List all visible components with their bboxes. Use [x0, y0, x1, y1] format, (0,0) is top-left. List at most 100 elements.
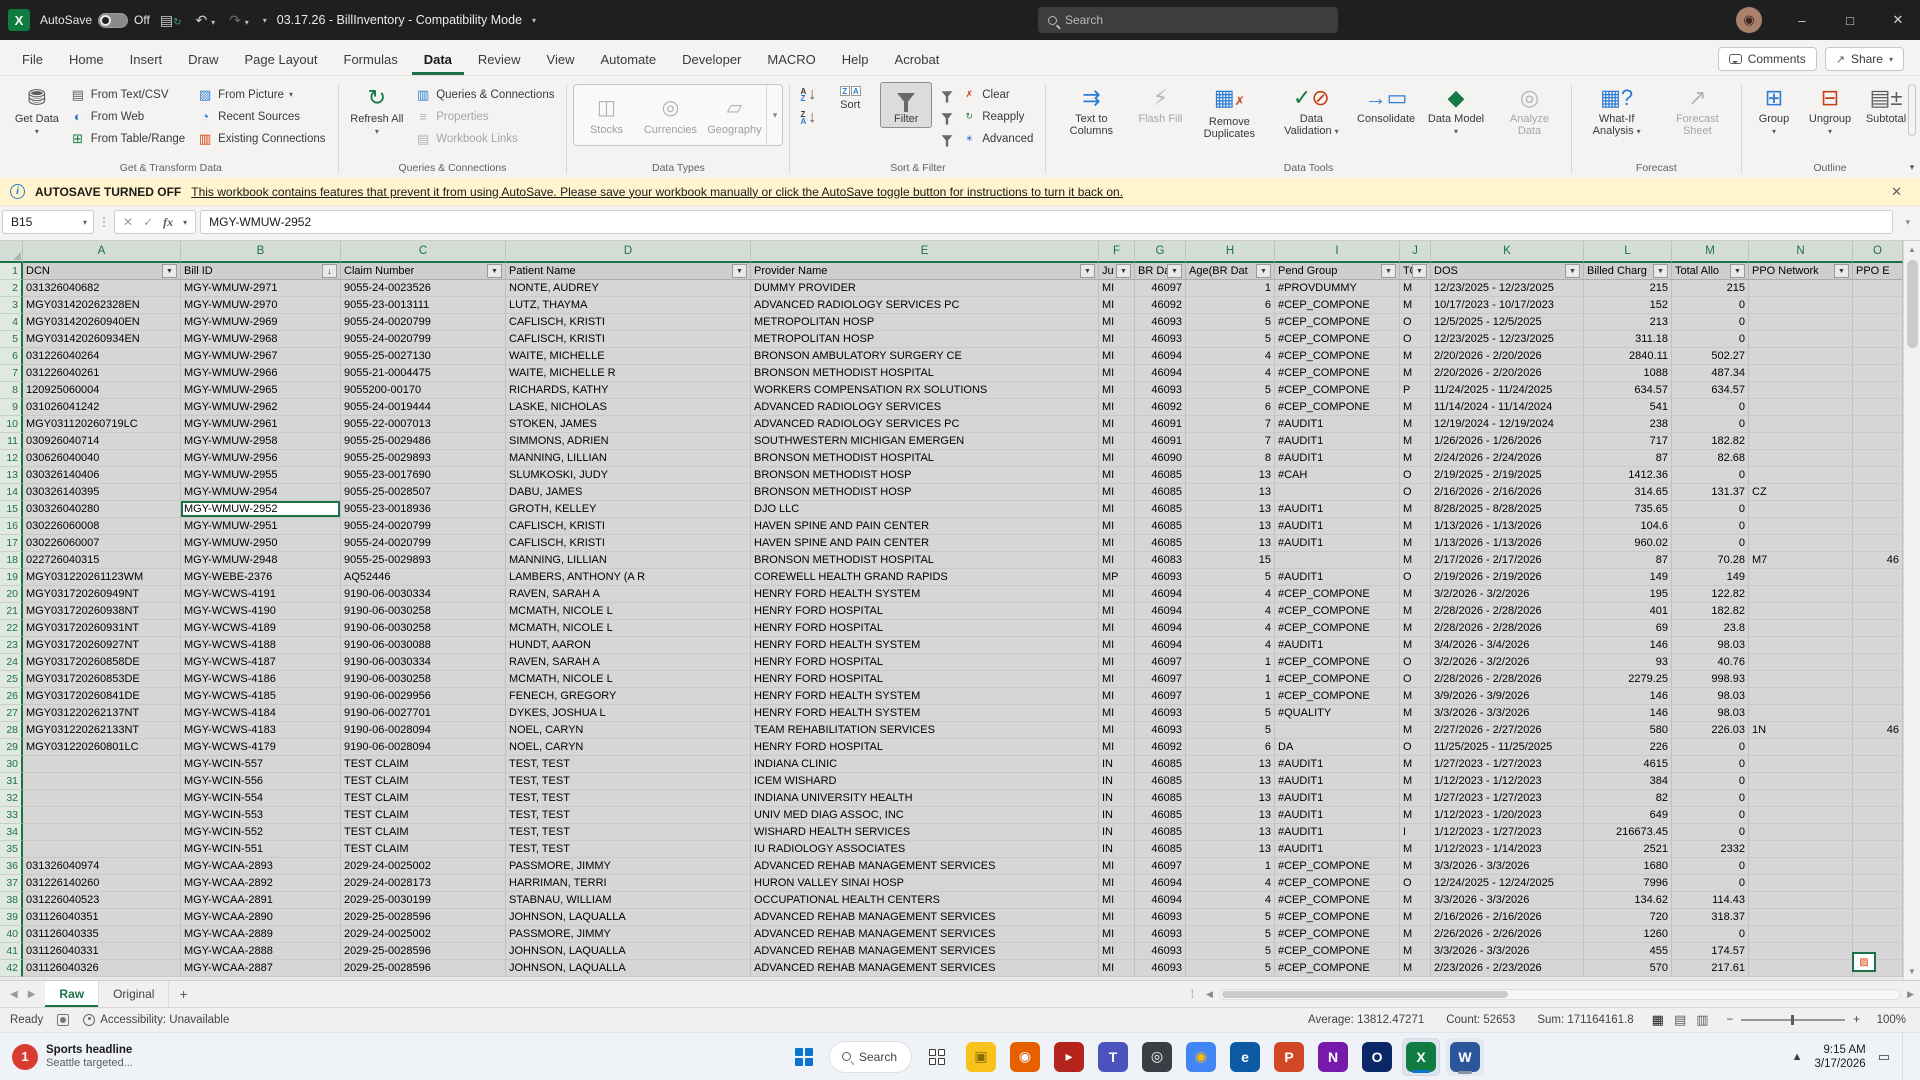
- cell-J33[interactable]: M: [1400, 807, 1431, 824]
- cell-E38[interactable]: OCCUPATIONAL HEALTH CENTERS: [751, 892, 1099, 909]
- cell-N36[interactable]: [1749, 858, 1853, 875]
- taskbar-app-word[interactable]: W: [1446, 1038, 1484, 1076]
- cell-M28[interactable]: 226.03: [1672, 722, 1749, 739]
- get-data-button[interactable]: ⛃︎ Get Data ▾: [10, 82, 64, 140]
- cell-B10[interactable]: MGY-WMUW-2961: [181, 416, 341, 433]
- cell-H22[interactable]: 4: [1186, 620, 1275, 637]
- cell-B31[interactable]: MGY-WCIN-556: [181, 773, 341, 790]
- reapply-button[interactable]: ↻Reapply: [936, 106, 1039, 127]
- cell-A41[interactable]: 031126040331: [23, 943, 181, 960]
- cell-I24[interactable]: #CEP_COMPONE: [1275, 654, 1400, 671]
- cell-E19[interactable]: COREWELL HEALTH GRAND RAPIDS: [751, 569, 1099, 586]
- cell-D24[interactable]: RAVEN, SARAH A: [506, 654, 751, 671]
- cell-H5[interactable]: 5: [1186, 331, 1275, 348]
- cell-L6[interactable]: 2840.11: [1584, 348, 1672, 365]
- cell-C6[interactable]: 9055-25-0027130: [341, 348, 506, 365]
- cell-M31[interactable]: 0: [1672, 773, 1749, 790]
- cell-G18[interactable]: 46083: [1135, 552, 1186, 569]
- cell-N20[interactable]: [1749, 586, 1853, 603]
- vertical-scroll-thumb[interactable]: [1907, 260, 1918, 348]
- cell-O29[interactable]: [1853, 739, 1903, 756]
- cell-B24[interactable]: MGY-WCWS-4187: [181, 654, 341, 671]
- cell-N34[interactable]: [1749, 824, 1853, 841]
- cell-L42[interactable]: 570: [1584, 960, 1672, 977]
- sheet-nav-right-icon[interactable]: ▶: [28, 989, 36, 1000]
- cell-O22[interactable]: [1853, 620, 1903, 637]
- row-header-38[interactable]: 38: [0, 892, 23, 909]
- cell-L2[interactable]: 215: [1584, 280, 1672, 297]
- cell-L32[interactable]: 82: [1584, 790, 1672, 807]
- filter-button-F[interactable]: ▼: [1116, 264, 1131, 278]
- cell-E10[interactable]: ADVANCED RADIOLOGY SERVICES PC: [751, 416, 1099, 433]
- cell-G3[interactable]: 46092: [1135, 297, 1186, 314]
- cell-K30[interactable]: 1/27/2023 - 1/27/2023: [1431, 756, 1584, 773]
- cell-H3[interactable]: 6: [1186, 297, 1275, 314]
- tab-scroll-splitter[interactable]: ⁞: [1185, 981, 1200, 1007]
- cell-H15[interactable]: 13: [1186, 501, 1275, 518]
- cell-F39[interactable]: MI: [1099, 909, 1135, 926]
- cell-E31[interactable]: ICEM WISHARD: [751, 773, 1099, 790]
- cell-L41[interactable]: 455: [1584, 943, 1672, 960]
- cell-E32[interactable]: INDIANA UNIVERSITY HEALTH: [751, 790, 1099, 807]
- cell-B13[interactable]: MGY-WMUW-2955: [181, 467, 341, 484]
- cell-K34[interactable]: 1/12/2023 - 1/27/2023: [1431, 824, 1584, 841]
- cell-C5[interactable]: 9055-24-0020799: [341, 331, 506, 348]
- cell-A37[interactable]: 031226140260: [23, 875, 181, 892]
- cell-J27[interactable]: M: [1400, 705, 1431, 722]
- cell-D7[interactable]: WAITE, MICHELLE R: [506, 365, 751, 382]
- cell-O8[interactable]: [1853, 382, 1903, 399]
- cell-M6[interactable]: 502.27: [1672, 348, 1749, 365]
- cell-I16[interactable]: #AUDIT1: [1275, 518, 1400, 535]
- cell-H9[interactable]: 6: [1186, 399, 1275, 416]
- cell-H11[interactable]: 7: [1186, 433, 1275, 450]
- cell-C40[interactable]: 2029-24-0025002: [341, 926, 506, 943]
- task-view-button[interactable]: [918, 1038, 956, 1076]
- cell-H7[interactable]: 4: [1186, 365, 1275, 382]
- cell-K29[interactable]: 11/25/2025 - 11/25/2025: [1431, 739, 1584, 756]
- cell-N26[interactable]: [1749, 688, 1853, 705]
- cell-C41[interactable]: 2029-25-0028596: [341, 943, 506, 960]
- cell-D17[interactable]: CAFLISCH, KRISTI: [506, 535, 751, 552]
- cell-A21[interactable]: MGY031720260938NT: [23, 603, 181, 620]
- tab-formulas[interactable]: Formulas: [332, 45, 410, 75]
- sheet-nav-left-icon[interactable]: ◀: [10, 989, 18, 1000]
- header-cell-J1[interactable]: TO▼: [1400, 263, 1431, 280]
- cell-J10[interactable]: M: [1400, 416, 1431, 433]
- cell-I35[interactable]: #AUDIT1: [1275, 841, 1400, 858]
- cell-O40[interactable]: [1853, 926, 1903, 943]
- cell-K3[interactable]: 10/17/2023 - 10/17/2023: [1431, 297, 1584, 314]
- select-all-corner[interactable]: [0, 241, 23, 263]
- cell-C26[interactable]: 9190-06-0029956: [341, 688, 506, 705]
- column-header-F[interactable]: F: [1099, 241, 1135, 263]
- cell-A9[interactable]: 031026041242: [23, 399, 181, 416]
- row-header-29[interactable]: 29: [0, 739, 23, 756]
- cell-M33[interactable]: 0: [1672, 807, 1749, 824]
- cell-I20[interactable]: #CEP_COMPONE: [1275, 586, 1400, 603]
- page-break-view-button[interactable]: ▥: [1696, 1012, 1708, 1028]
- cell-G42[interactable]: 46093: [1135, 960, 1186, 977]
- cell-F30[interactable]: IN: [1099, 756, 1135, 773]
- cell-O26[interactable]: [1853, 688, 1903, 705]
- tab-home[interactable]: Home: [57, 45, 116, 75]
- cell-B21[interactable]: MGY-WCWS-4190: [181, 603, 341, 620]
- cell-F6[interactable]: MI: [1099, 348, 1135, 365]
- advanced-filter-button[interactable]: ∗Advanced: [936, 128, 1039, 149]
- cell-G9[interactable]: 46092: [1135, 399, 1186, 416]
- cell-L39[interactable]: 720: [1584, 909, 1672, 926]
- cell-C37[interactable]: 2029-24-0028173: [341, 875, 506, 892]
- cell-D5[interactable]: CAFLISCH, KRISTI: [506, 331, 751, 348]
- cell-D11[interactable]: SIMMONS, ADRIEN: [506, 433, 751, 450]
- cell-I5[interactable]: #CEP_COMPONE: [1275, 331, 1400, 348]
- cell-F16[interactable]: MI: [1099, 518, 1135, 535]
- taskbar-app-media-player[interactable]: ▸: [1050, 1038, 1088, 1076]
- cell-B16[interactable]: MGY-WMUW-2951: [181, 518, 341, 535]
- cell-M8[interactable]: 634.57: [1672, 382, 1749, 399]
- cell-K2[interactable]: 12/23/2025 - 12/23/2025: [1431, 280, 1584, 297]
- filter-button-H[interactable]: ▼: [1256, 264, 1271, 278]
- cell-E26[interactable]: HENRY FORD HEALTH SYSTEM: [751, 688, 1099, 705]
- cell-K7[interactable]: 2/20/2026 - 2/20/2026: [1431, 365, 1584, 382]
- save-button[interactable]: ▤↻: [160, 12, 182, 29]
- cell-K28[interactable]: 2/27/2026 - 2/27/2026: [1431, 722, 1584, 739]
- cell-F17[interactable]: MI: [1099, 535, 1135, 552]
- cell-H8[interactable]: 5: [1186, 382, 1275, 399]
